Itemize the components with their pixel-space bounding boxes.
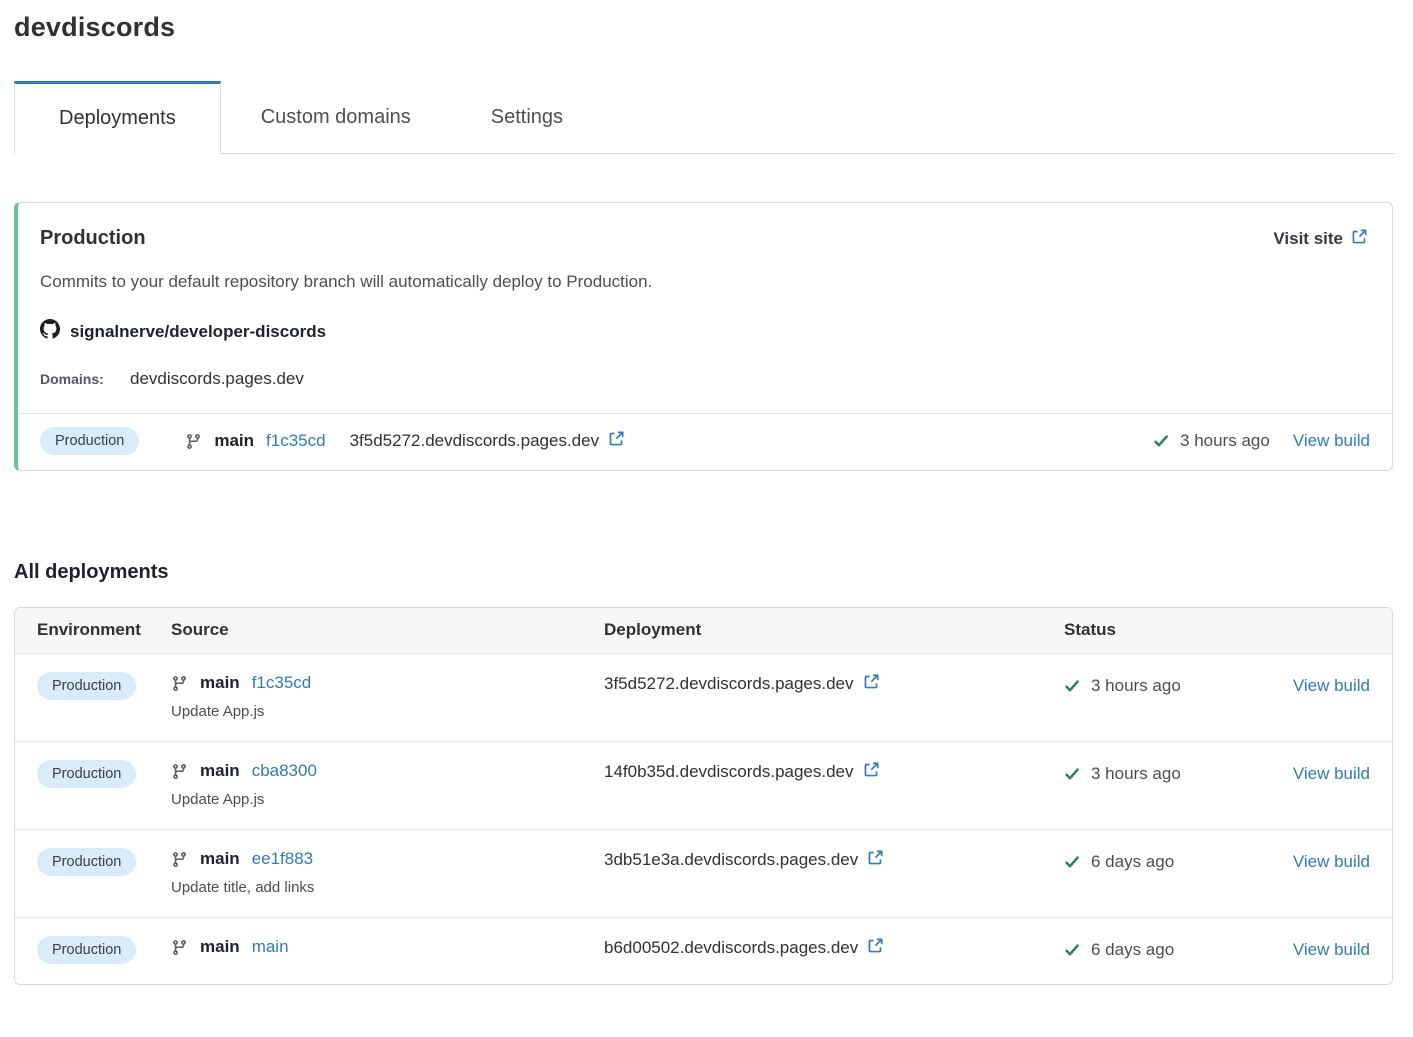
status-time: 3 hours ago (1091, 764, 1181, 784)
deployment-url: 3f5d5272.devdiscords.pages.dev (604, 674, 854, 694)
column-header-deployment: Deployment (604, 608, 1064, 653)
deployment-url: 3f5d5272.devdiscords.pages.dev (350, 431, 600, 451)
view-build-link[interactable]: View build (1293, 676, 1370, 695)
status-time: 6 days ago (1091, 852, 1174, 872)
tab-custom-domains[interactable]: Custom domains (221, 81, 451, 153)
external-link-icon[interactable] (608, 430, 625, 452)
branch-name: main (200, 761, 240, 781)
view-build-link[interactable]: View build (1293, 431, 1370, 451)
all-deployments-title: All deployments (14, 561, 1393, 584)
check-icon (1064, 766, 1080, 782)
check-icon (1064, 678, 1080, 694)
external-link-icon[interactable] (867, 849, 884, 871)
deployments-table: Environment Source Deployment Status Pro… (14, 607, 1393, 985)
visit-site-label: Visit site (1273, 229, 1343, 249)
external-link-icon[interactable] (863, 761, 880, 783)
table-row: Production main ee1f883 Update title, ad… (15, 830, 1392, 918)
environment-badge: Production (37, 936, 136, 964)
branch-name: main (200, 673, 240, 693)
column-header-environment: Environment (37, 608, 171, 653)
commit-message: Update App.js (171, 791, 604, 808)
repo-name: signalnerve/developer-discords (70, 322, 326, 342)
column-header-status: Status (1064, 608, 1284, 653)
status-time: 3 hours ago (1180, 431, 1270, 451)
page-title: devdiscords (14, 12, 1393, 43)
commit-link[interactable]: f1c35cd (252, 673, 312, 693)
commit-link[interactable]: main (252, 937, 289, 957)
environment-badge: Production (37, 848, 136, 876)
deployment-url: 3db51e3a.devdiscords.pages.dev (604, 850, 858, 870)
tab-label: Deployments (59, 107, 176, 130)
external-link-icon[interactable] (863, 673, 880, 695)
commit-message: Update App.js (171, 703, 604, 720)
deployment-url: b6d00502.devdiscords.pages.dev (604, 938, 858, 958)
external-link-icon (1351, 228, 1368, 250)
production-card-title: Production (40, 227, 146, 250)
table-row: Production main f1c35cd Update App.js 3f… (15, 654, 1392, 742)
production-description: Commits to your default repository branc… (40, 272, 1370, 292)
column-header-source: Source (171, 608, 604, 653)
check-icon (1064, 854, 1080, 870)
git-branch-icon (171, 939, 188, 956)
external-link-icon[interactable] (867, 937, 884, 959)
commit-link[interactable]: f1c35cd (266, 431, 326, 451)
branch-name: main (200, 937, 240, 957)
table-row: Production main cba8300 Update App.js 14… (15, 742, 1392, 830)
environment-badge: Production (37, 760, 136, 788)
view-build-link[interactable]: View build (1293, 940, 1370, 959)
domains-label: Domains: (40, 371, 130, 387)
deployment-url: 14f0b35d.devdiscords.pages.dev (604, 762, 854, 782)
branch-name: main (200, 849, 240, 869)
tab-deployments[interactable]: Deployments (14, 81, 221, 154)
git-branch-icon (185, 433, 202, 450)
table-row: Production main main b6d00502.devdiscord… (15, 918, 1392, 984)
tab-bar: Deployments Custom domains Settings (14, 81, 1395, 154)
tab-settings[interactable]: Settings (451, 81, 603, 153)
git-branch-icon (171, 675, 188, 692)
table-header-row: Environment Source Deployment Status (15, 608, 1392, 654)
domain-value: devdiscords.pages.dev (130, 369, 304, 389)
status-time: 6 days ago (1091, 940, 1174, 960)
check-icon (1064, 942, 1080, 958)
tab-label: Settings (491, 106, 563, 129)
git-branch-icon (171, 763, 188, 780)
branch-name: main (214, 431, 254, 451)
environment-badge: Production (40, 427, 139, 455)
commit-link[interactable]: ee1f883 (252, 849, 313, 869)
status-time: 3 hours ago (1091, 676, 1181, 696)
commit-link[interactable]: cba8300 (252, 761, 317, 781)
production-deployment-row: Production main f1c35cd 3f5d5272.devdisc… (18, 414, 1392, 470)
tab-label: Custom domains (261, 106, 411, 129)
commit-message: Update title, add links (171, 879, 604, 896)
check-icon (1153, 433, 1169, 449)
environment-badge: Production (37, 672, 136, 700)
production-card: Production Visit site Commits to your de… (14, 202, 1393, 471)
git-branch-icon (171, 851, 188, 868)
view-build-link[interactable]: View build (1293, 764, 1370, 783)
visit-site-link[interactable]: Visit site (1273, 228, 1368, 250)
view-build-link[interactable]: View build (1293, 852, 1370, 871)
github-icon (40, 319, 60, 344)
